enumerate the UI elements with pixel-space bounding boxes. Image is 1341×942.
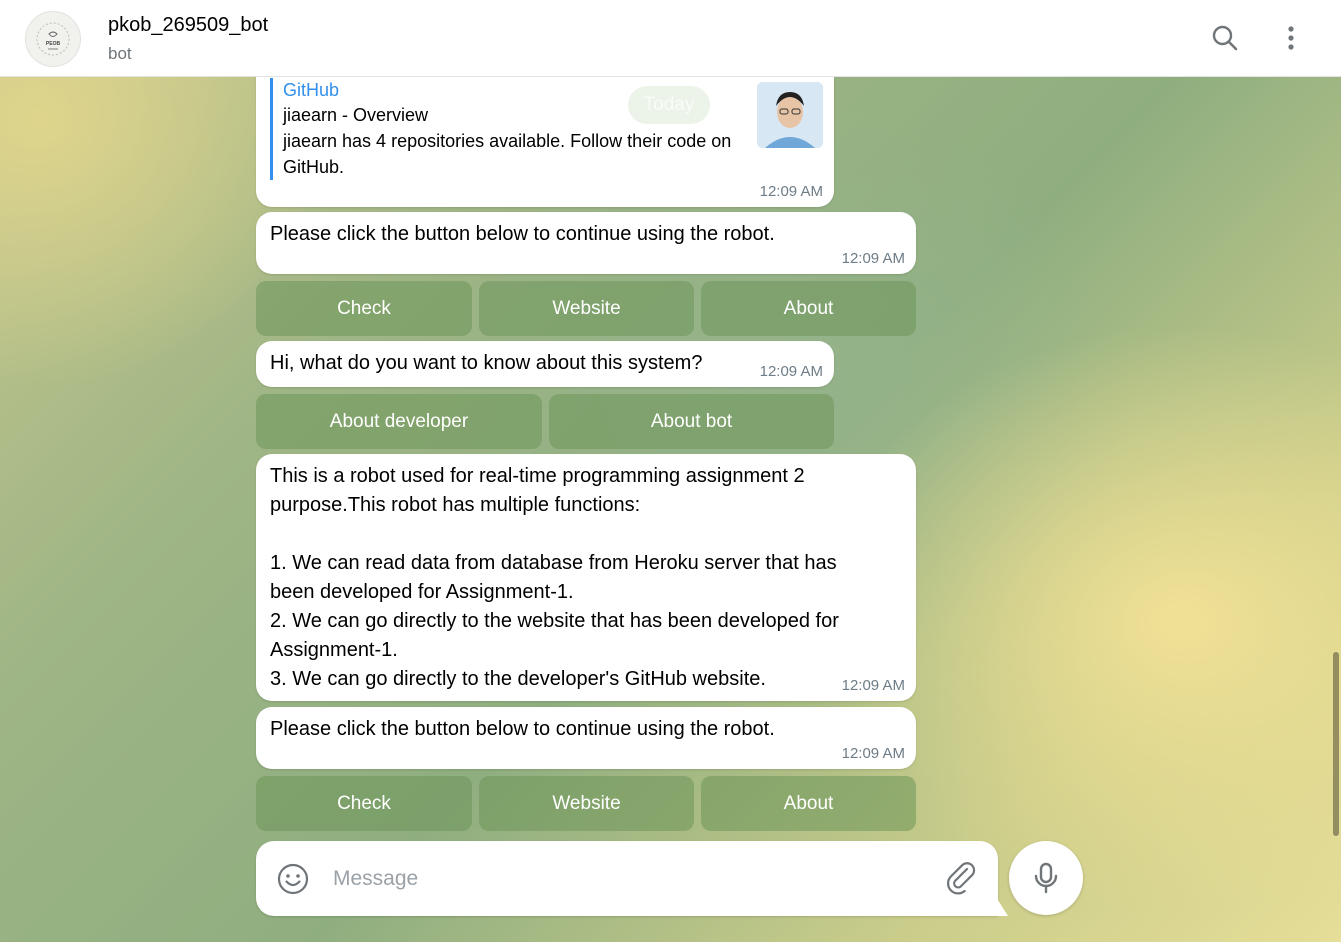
message-line: This is a robot used for real-time progr… [270,465,805,487]
message-body: Please click the button below to continu… [270,223,775,245]
chat-scrollbar[interactable] [1333,652,1339,836]
search-button[interactable] [1207,20,1243,56]
check-button[interactable]: Check [256,776,472,831]
composer-tail [996,897,1008,916]
attach-icon [947,862,976,895]
message-input[interactable] [331,863,935,895]
more-button[interactable] [1273,20,1309,56]
message-time: 12:09 AM [841,250,905,267]
message-time: 12:09 AM [841,745,905,762]
message-link-preview: GitHub jiaearn - Overview jiaearn has 4 … [256,60,834,207]
chat-subtitle: bot [108,44,132,63]
message-text: Please click the button below to continu… [256,707,916,769]
check-button[interactable]: Check [256,281,472,336]
microphone-icon [1034,862,1058,894]
message-line: Assignment-1. [270,639,398,661]
chat-title[interactable]: pkob_269509_bot [108,14,268,37]
message-line [270,520,902,549]
message-time: 12:09 AM [841,677,905,694]
message-line: purpose.This robot has multiple function… [270,494,641,516]
message-body: Hi, what do you want to know about this … [270,352,703,374]
preview-thumbnail[interactable] [757,82,823,148]
chat-header: PEOB pkob_269509_bot bot [0,0,1341,77]
website-button[interactable]: Website [479,281,694,336]
message-time: 12:09 AM [759,363,823,380]
message-line: 2. We can go directly to the website tha… [270,610,839,632]
emoji-button[interactable] [276,862,310,896]
message-line: been developed for Assignment-1. [270,581,574,603]
emoji-icon [277,863,309,895]
about-button[interactable]: About [701,776,916,831]
message-text: Hi, what do you want to know about this … [256,341,834,387]
attach-button[interactable] [944,862,978,896]
avatar[interactable]: PEOB [25,11,81,67]
message-line: 1. We can read data from database from H… [270,552,837,574]
record-voice-button[interactable] [1009,841,1083,915]
profile-photo-icon [757,82,823,148]
message-composer [256,841,998,916]
bot-logo-icon: PEOB [36,22,70,56]
message-body: Please click the button below to continu… [270,718,775,740]
search-icon [1212,25,1238,51]
about-bot-button[interactable]: About bot [549,394,834,449]
more-vertical-icon [1288,26,1294,50]
message-time: 12:09 AM [759,183,823,200]
about-developer-button[interactable]: About developer [256,394,542,449]
avatar-text: PEOB [46,41,61,47]
about-button[interactable]: About [701,281,916,336]
preview-description: jiaearn has 4 repositories available. Fo… [283,131,732,177]
website-button[interactable]: Website [479,776,694,831]
date-pill: Today [628,86,710,124]
message-text: Please click the button below to continu… [256,212,916,274]
message-line: 3. We can go directly to the developer's… [270,668,766,690]
message-text: This is a robot used for real-time progr… [256,454,916,701]
